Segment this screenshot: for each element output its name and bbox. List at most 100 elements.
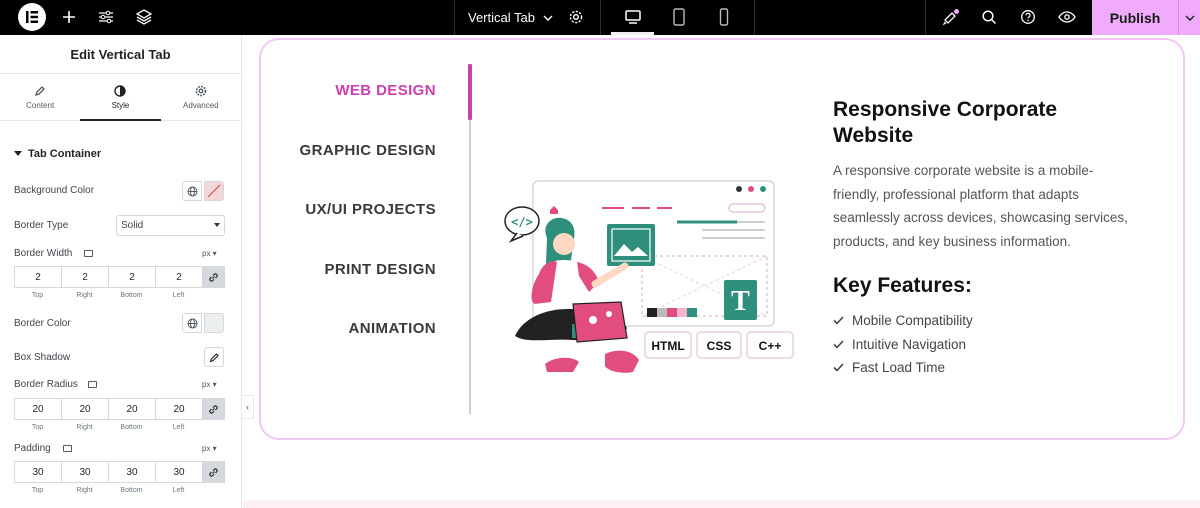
border-width-left-input[interactable]: 2	[155, 266, 202, 288]
page-title-dropdown[interactable]: Vertical Tab	[468, 0, 553, 35]
border-radius-left-input[interactable]: 20	[155, 398, 202, 420]
image-card	[607, 224, 655, 266]
responsive-desktop-icon[interactable]	[84, 250, 93, 257]
panel-title: Edit Vertical Tab	[0, 35, 241, 74]
layers-icon[interactable]	[132, 6, 156, 28]
responsive-desktop-icon[interactable]	[63, 445, 72, 452]
web-design-illustration: T </> HTML CSS C++	[504, 180, 794, 373]
add-element-icon[interactable]	[57, 6, 81, 28]
padding-top-input[interactable]: 30	[14, 461, 61, 483]
page-settings-icon[interactable]	[564, 6, 588, 28]
help-icon[interactable]	[1016, 6, 1040, 28]
padding-left-input[interactable]: 30	[155, 461, 202, 483]
border-type-select[interactable]: Solid	[116, 215, 225, 236]
preview-eye-icon[interactable]	[1055, 6, 1079, 28]
separator	[754, 0, 755, 35]
gear-icon	[195, 85, 207, 96]
notifications-icon[interactable]	[939, 6, 963, 28]
vertical-tab-web-design[interactable]: WEB DESIGN	[236, 82, 436, 99]
tab-label: Content	[26, 100, 55, 110]
laptop-sticker	[606, 311, 612, 317]
border-radius-top-input[interactable]: 20	[14, 398, 61, 420]
elementor-logo-icon[interactable]	[18, 3, 46, 31]
dim-label-top: Top	[31, 487, 44, 494]
border-width-right-input[interactable]: 2	[61, 266, 108, 288]
unit-selector[interactable]: px ▾	[202, 380, 217, 389]
link-icon	[209, 467, 218, 477]
dim-label-bottom: Bottom	[120, 292, 143, 299]
face	[553, 233, 575, 255]
padding-inputs: 30 30 30 30	[14, 461, 225, 483]
border-radius-right-input[interactable]: 20	[61, 398, 108, 420]
separator	[925, 0, 926, 35]
publish-button[interactable]: Publish	[1092, 0, 1178, 35]
page-title: Vertical Tab	[468, 10, 535, 25]
collapse-panel-button[interactable]: ‹	[242, 395, 254, 419]
box-shadow-edit-button[interactable]	[204, 347, 224, 367]
tab-label: Style	[111, 100, 130, 110]
unit-selector[interactable]: px ▾	[202, 249, 217, 258]
tab-style[interactable]: Style	[80, 74, 161, 121]
globe-icon	[187, 186, 197, 196]
vertical-tab-print-design[interactable]: PRINT DESIGN	[236, 261, 436, 278]
vertical-tab-graphic-design[interactable]: GRAPHIC DESIGN	[236, 142, 436, 159]
check-icon	[833, 316, 844, 325]
contrast-icon	[114, 84, 127, 97]
tab-content[interactable]: Content	[0, 74, 80, 120]
responsive-desktop-icon[interactable]	[88, 381, 97, 388]
global-colors-button[interactable]	[182, 313, 202, 333]
tablet-view-icon[interactable]	[667, 6, 691, 28]
unit-selector[interactable]: px ▾	[202, 444, 217, 453]
dimension-labels: Top Right Bottom Left	[14, 424, 202, 431]
background-color-swatch[interactable]	[204, 181, 224, 201]
swatch	[687, 308, 697, 317]
swatch	[657, 308, 667, 317]
border-width-inputs: 2 2 2 2	[14, 266, 225, 288]
tab-advanced[interactable]: Advanced	[161, 74, 241, 120]
dimension-labels: Top Right Bottom Left	[14, 487, 202, 494]
separator	[454, 0, 455, 35]
unit-value: px	[202, 380, 211, 389]
code-bubble-label: </>	[511, 215, 533, 229]
link-values-button[interactable]	[202, 266, 225, 288]
active-device-indicator	[611, 32, 654, 35]
site-settings-icon[interactable]	[94, 6, 118, 28]
border-width-bottom-input[interactable]: 2	[108, 266, 155, 288]
dim-label-right: Right	[76, 487, 93, 494]
padding-right-input[interactable]: 30	[61, 461, 108, 483]
dimension-labels: Top Right Bottom Left	[14, 292, 202, 299]
link-values-button[interactable]	[202, 398, 225, 420]
swatch	[677, 308, 687, 317]
background-color-label: Background Color	[14, 185, 95, 196]
pencil-icon	[35, 85, 46, 96]
feature-text: Mobile Compatibility	[852, 313, 973, 328]
link-values-button[interactable]	[202, 461, 225, 483]
window-dot	[736, 186, 742, 192]
laptop-sticker	[589, 316, 597, 324]
padding-label: Padding	[14, 443, 51, 454]
feature-text: Fast Load Time	[852, 360, 946, 375]
dim-label-bottom: Bottom	[120, 424, 143, 431]
desktop-view-icon[interactable]	[621, 6, 645, 28]
border-color-swatch[interactable]	[204, 313, 224, 333]
border-width-top-input[interactable]: 2	[14, 266, 61, 288]
section-toggle-tab-container[interactable]: Tab Container	[14, 148, 101, 160]
window-dot	[760, 186, 766, 192]
search-icon[interactable]	[977, 6, 1001, 28]
publish-options-button[interactable]	[1178, 0, 1200, 35]
check-icon	[833, 340, 844, 349]
border-radius-bottom-input[interactable]: 20	[108, 398, 155, 420]
vertical-tab-animation[interactable]: ANIMATION	[236, 320, 436, 337]
dim-label-bottom: Bottom	[120, 487, 143, 494]
globe-icon	[187, 318, 197, 328]
section-title: Tab Container	[28, 148, 102, 160]
mobile-view-icon[interactable]	[712, 6, 736, 28]
global-colors-button[interactable]	[182, 181, 202, 201]
padding-bottom-input[interactable]: 30	[108, 461, 155, 483]
border-color-label: Border Color	[14, 318, 71, 329]
html-tag-label: HTML	[651, 339, 684, 353]
vertical-tab-ux-ui-projects[interactable]: UX/UI PROJECTS	[236, 201, 436, 218]
cpp-tag-label: C++	[759, 339, 782, 353]
font-card-glyph: T	[731, 286, 750, 317]
dim-label-left: Left	[172, 487, 185, 494]
